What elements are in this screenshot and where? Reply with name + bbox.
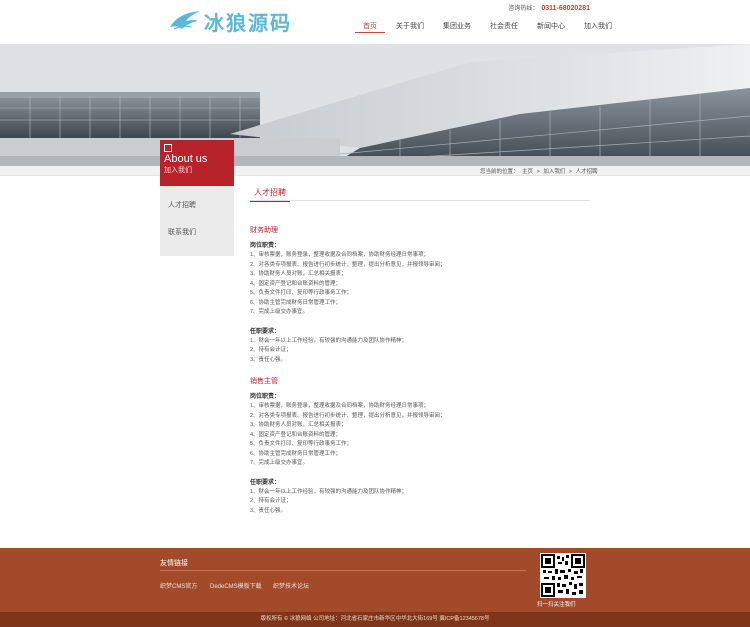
duty-line: 1、审核票据，账务登录，整理收据及合同档案，协助财务经理日常事项； — [250, 403, 430, 409]
duty-line: 4、固定资产登记和台账资料的管理； — [250, 431, 342, 438]
nav-item-home[interactable]: 首页 — [355, 20, 385, 33]
duty-line: 4、固定资产登记和台账资料的管理； — [250, 280, 342, 287]
friend-link[interactable]: 织梦技术论坛 — [273, 581, 309, 590]
bird-logo-icon — [170, 11, 200, 30]
logo-text: 冰狼源码 — [204, 10, 292, 35]
duty-line: 5、负责文件打印、复印等行政事务工作； — [250, 441, 353, 447]
nav-item-about[interactable]: 关于我们 — [388, 20, 432, 33]
requirement-line: 1、财会一年以上工作经验，有较强的沟通能力及团队协作精神； — [250, 488, 408, 495]
requirement-line: 1、财会一年以上工作经验，有较强的沟通能力及团队协作精神； — [250, 337, 408, 344]
job-title: 财务助理 — [250, 227, 278, 234]
duty-line: 5、负责文件打印、复印等行政事务工作； — [250, 290, 353, 296]
job-section: 财务助理 岗位职责： 1、审核票据，账务登录，整理收据及合同档案，协助财务经理日… — [250, 225, 590, 365]
duty-label: 岗位职责： — [250, 243, 281, 249]
qr-code — [540, 553, 586, 598]
hotline-number: 0311-68020281 — [541, 5, 590, 12]
main-title-row: 人才招聘 — [250, 186, 590, 202]
sidebar-item-contact[interactable]: 联系我们 — [168, 227, 196, 237]
duty-line: 7、完成上级交办事宜。 — [250, 309, 309, 315]
nav-item-news[interactable]: 新闻中心 — [529, 20, 573, 33]
hero-banner — [0, 44, 750, 166]
hotline: 咨询热线： 0311-68020281 — [508, 3, 590, 12]
corner-icon — [164, 144, 172, 152]
job-title: 销售主管 — [250, 378, 278, 385]
breadcrumb-join[interactable]: 加入我们 — [543, 169, 565, 175]
requirement-line: 3、责任心强。 — [250, 356, 287, 363]
duty-line: 2、对各类专项报表、报告进行初步统计、整理，提出分析意见，并报领导审阅； — [250, 412, 446, 419]
duty-line: 3、协助财务人员对账，汇总相关报表； — [250, 271, 347, 277]
duty-line: 2、对各类专项报表、报告进行初步统计、整理，提出分析意见，并报领导审阅； — [250, 261, 446, 268]
duty-line: 6、协助主管完成财务日常管理工作； — [250, 450, 342, 457]
nav-item-responsibility[interactable]: 社会责任 — [482, 20, 526, 33]
nav-item-join[interactable]: 加入我们 — [576, 20, 620, 33]
qr-code-icon — [541, 554, 585, 597]
breadcrumb-current: 人才招聘 — [575, 169, 598, 175]
sidebar-list: 人才招聘 联系我们 — [160, 186, 234, 256]
qr-caption: 扫一扫关注我们 — [537, 602, 576, 608]
sidebar-item-recruit[interactable]: 人才招聘 — [168, 200, 196, 210]
requirement-label: 任职要求： — [250, 479, 281, 486]
site-header: 冰狼源码 咨询热线： 0311-68020281 首页 关于我们 集团业务 社会责… — [0, 0, 750, 44]
page-title: 人才招聘 — [250, 186, 290, 202]
job-section: 销售主管 岗位职责： 1、审核票据，账务登录，整理收据及合同档案，协助财务经理日… — [250, 376, 590, 516]
breadcrumb-sep: > — [568, 169, 573, 175]
requirement-label: 任职要求： — [250, 328, 281, 335]
site-footer: 友情链接 织梦CMS官方 DedeCMS模板下载 织梦技术论坛 扫一扫关注我们 — [0, 548, 750, 612]
breadcrumb-bar: 您当前的位置： 主页 > 加入我们 > 人才招聘 — [0, 166, 750, 176]
friend-link[interactable]: DedeCMS模板下载 — [210, 581, 262, 590]
requirement-line: 2、持有会计证； — [250, 498, 292, 504]
sidebar-title-cn: 加入我们 — [164, 167, 192, 174]
building-illustration — [0, 44, 750, 166]
duty-line: 3、协助财务人员对账，汇总相关报表； — [250, 422, 347, 428]
divider — [160, 570, 526, 571]
breadcrumb-label: 您当前的位置： — [480, 169, 519, 175]
breadcrumb-sep: > — [536, 169, 540, 175]
main-content: 人才招聘 — [250, 186, 590, 202]
breadcrumb: 您当前的位置： 主页 > 加入我们 > 人才招聘 — [480, 167, 600, 175]
duty-label: 岗位职责： — [250, 394, 281, 400]
friend-links-title: 友情链接 — [160, 560, 188, 567]
copyright-bar: 版权所有 © 冰狼网络 公司地址：河北省石家庄市新华区中华北大街169号 冀IC… — [0, 612, 750, 627]
main-nav: 首页 关于我们 集团业务 社会责任 新闻中心 加入我们 — [355, 20, 623, 33]
nav-item-business[interactable]: 集团业务 — [435, 20, 479, 33]
site-logo[interactable]: 冰狼源码 — [168, 6, 292, 36]
breadcrumb-home[interactable]: 主页 — [522, 169, 533, 175]
sidebar-header: About us 加入我们 — [160, 140, 234, 186]
duty-line: 1、审核票据，账务登录，整理收据及合同档案，协助财务经理日常事项； — [250, 252, 430, 258]
friend-link[interactable]: 织梦CMS官方 — [160, 581, 197, 590]
requirement-line: 2、持有会计证； — [250, 347, 292, 353]
duty-line: 6、协助主管完成财务日常管理工作； — [250, 299, 342, 306]
requirement-line: 3、责任心强。 — [250, 507, 287, 514]
hotline-label: 咨询热线： — [508, 6, 539, 12]
duty-line: 7、完成上级交办事宜。 — [250, 460, 309, 466]
sidebar-title-en: About us — [164, 153, 208, 165]
